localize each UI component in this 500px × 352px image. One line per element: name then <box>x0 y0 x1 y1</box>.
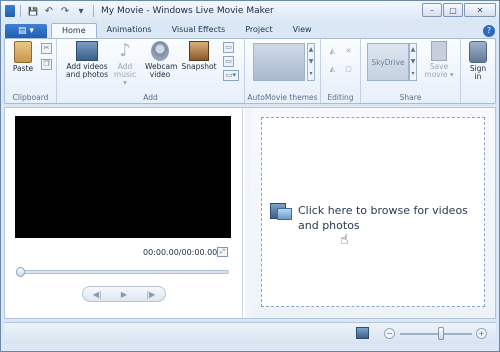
snapshot-label: Snapshot <box>181 62 217 71</box>
snapshot-icon <box>189 41 209 61</box>
save-movie-button[interactable]: Save movie ▾ <box>423 41 455 79</box>
share-scroll[interactable]: ▲ ▼ ▾ <box>409 43 417 81</box>
add-videos-label: Add videos and photos <box>65 62 109 79</box>
automovie-themes-label: AutoMovie themes <box>247 93 318 102</box>
add-group: Add videos and photos ♪ Add music ▾ Webc… <box>57 39 245 103</box>
skydrive-button[interactable]: SkyDrive <box>367 43 409 81</box>
divider <box>93 5 94 17</box>
tab-animations[interactable]: Animations <box>97 23 162 38</box>
quick-access-toolbar: 💾 ↶ ↷ ▾ <box>5 4 97 18</box>
seek-thumb[interactable] <box>16 267 25 277</box>
next-frame-button[interactable]: |▶ <box>146 290 155 299</box>
save-movie-label: Save movie ▾ <box>424 62 454 79</box>
webcam-video-button[interactable]: Webcam video <box>145 41 178 79</box>
sign-in-icon <box>469 41 487 63</box>
previous-frame-button[interactable]: ◀| <box>93 290 102 299</box>
divider <box>20 5 21 17</box>
paste-icon <box>14 41 32 63</box>
minimize-button[interactable]: – <box>422 3 442 17</box>
copy-icon[interactable]: ❐ <box>41 59 52 70</box>
ribbon: Paste ✂ ❐ Clipboard Add videos and photo… <box>4 38 496 104</box>
zoom-out-button[interactable]: − <box>384 328 395 339</box>
add-music-label: Add music ▾ <box>113 62 137 87</box>
webcam-label: Webcam video <box>145 62 178 79</box>
play-button[interactable]: ▶ <box>121 290 127 299</box>
rotate-left-icon[interactable]: ◭ <box>327 47 338 58</box>
sign-in-label: Sign in <box>469 64 487 81</box>
main-area: 00:00.00/00:00.00 ⤢ ◀| ▶ |▶ Click here t… <box>4 107 496 319</box>
help-icon[interactable]: ? <box>483 25 495 37</box>
skydrive-label: SkyDrive <box>371 57 405 67</box>
hand-cursor-icon: ☝ <box>340 232 349 248</box>
share-group-label: Share <box>399 93 422 102</box>
maximize-button[interactable]: ▢ <box>443 3 463 17</box>
share-group: SkyDrive ▲ ▼ ▾ Save movie ▾ Share <box>361 39 461 103</box>
customize-qat-icon[interactable]: ▾ <box>74 4 88 18</box>
add-group-label: Add <box>143 93 158 102</box>
undo-icon[interactable]: ↶ <box>42 4 56 18</box>
caption-icon[interactable]: ▭ <box>223 56 234 67</box>
film-photo-icon <box>76 41 98 61</box>
paste-label: Paste <box>12 64 34 73</box>
select-all-icon[interactable]: ▢ <box>343 65 354 76</box>
themes-scroll[interactable]: ▲ ▼ ▾ <box>307 43 315 81</box>
tab-project[interactable]: Project <box>235 23 282 38</box>
save-icon[interactable]: 💾 <box>26 4 40 18</box>
clipboard-group-label: Clipboard <box>12 93 49 102</box>
sign-in-group: Sign in <box>461 39 495 103</box>
tab-visual-effects[interactable]: Visual Effects <box>162 23 236 38</box>
photo-icon <box>277 208 292 220</box>
title-icon[interactable]: ▭ <box>223 42 234 53</box>
sign-in-button[interactable]: Sign in <box>467 41 489 81</box>
ribbon-tabs: ▤ ▾ Home Animations Visual Effects Proje… <box>5 22 322 38</box>
redo-icon[interactable]: ↷ <box>58 4 72 18</box>
close-button[interactable]: ✕ <box>464 3 496 17</box>
preview-pane: 00:00.00/00:00.00 ⤢ ◀| ▶ |▶ <box>5 108 243 318</box>
film-photo-icon <box>270 201 292 223</box>
video-preview[interactable] <box>15 116 231 238</box>
paste-button[interactable]: Paste <box>11 41 35 73</box>
zoom-slider-track[interactable] <box>400 333 472 335</box>
remove-icon[interactable]: ✕ <box>343 47 354 58</box>
title-bar: 💾 ↶ ↷ ▾ My Movie - Windows Live Movie Ma… <box>1 1 499 21</box>
credits-icon[interactable]: ▭▾ <box>223 70 239 81</box>
seek-bar[interactable] <box>16 267 229 277</box>
add-music-button[interactable]: ♪ Add music ▾ <box>113 41 137 87</box>
automovie-themes-group: ▲ ▼ ▾ AutoMovie themes <box>245 39 321 103</box>
tab-home[interactable]: Home <box>51 23 97 38</box>
save-movie-icon <box>431 41 447 61</box>
playback-controls: ◀| ▶ |▶ <box>82 286 166 302</box>
app-menu-button[interactable]: ▤ ▾ <box>5 24 47 38</box>
cut-icon[interactable]: ✂ <box>41 43 52 54</box>
thumbnail-size-icon[interactable] <box>356 327 369 339</box>
status-bar: − + <box>4 322 496 344</box>
window-title: My Movie - Windows Live Movie Maker <box>101 6 274 16</box>
app-window: 💾 ↶ ↷ ▾ My Movie - Windows Live Movie Ma… <box>0 0 500 352</box>
snapshot-button[interactable]: Snapshot <box>181 41 217 71</box>
window-controls: – ▢ ✕ <box>422 3 496 17</box>
rotate-right-icon[interactable]: ◭ <box>327 65 338 76</box>
timecode: 00:00.00/00:00.00 <box>143 248 218 257</box>
fullscreen-icon[interactable]: ⤢ <box>217 247 228 257</box>
zoom-slider-thumb[interactable] <box>438 327 444 340</box>
app-icon[interactable] <box>5 5 15 17</box>
browse-prompt[interactable]: Click here to browse for videos and phot… <box>298 203 482 233</box>
theme-thumbnail[interactable] <box>253 43 305 81</box>
music-note-icon: ♪ <box>119 40 131 61</box>
webcam-icon <box>151 41 169 61</box>
browse-dropzone[interactable]: Click here to browse for videos and phot… <box>261 117 485 307</box>
editing-group: ◭ ✕ ◭ ▢ Editing <box>321 39 361 103</box>
editing-group-label: Editing <box>327 93 354 102</box>
add-videos-photos-button[interactable]: Add videos and photos <box>65 41 109 79</box>
tab-view[interactable]: View <box>283 23 322 38</box>
clipboard-group: Paste ✂ ❐ Clipboard <box>5 39 57 103</box>
storyboard-pane: Click here to browse for videos and phot… <box>251 108 495 318</box>
zoom-in-button[interactable]: + <box>476 328 487 339</box>
